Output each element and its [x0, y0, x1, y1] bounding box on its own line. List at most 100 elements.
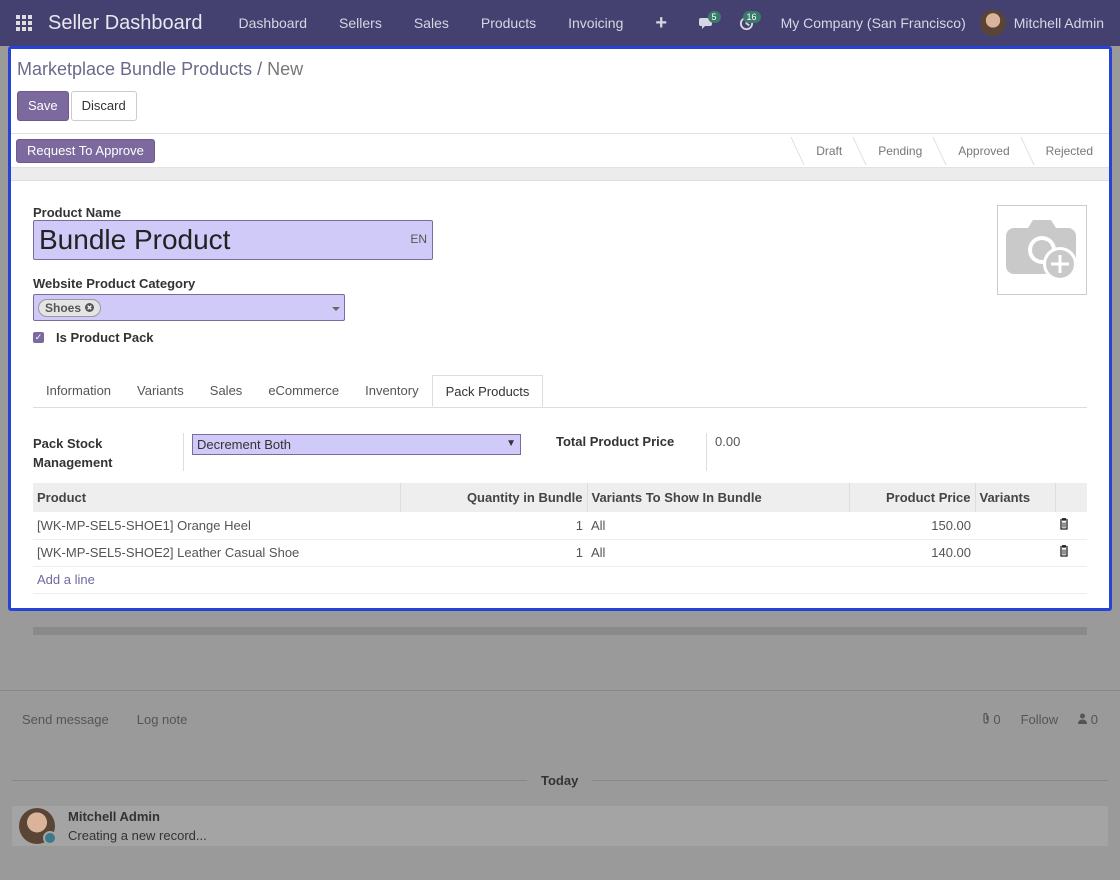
breadcrumb-parent[interactable]: Marketplace Bundle Products	[17, 59, 252, 79]
product-name-label: Product Name	[33, 205, 122, 220]
followers-button[interactable]: 0	[1078, 712, 1098, 727]
log-note-button[interactable]: Log note	[137, 712, 188, 727]
pack-stock-label: Pack Stock Management	[33, 436, 113, 470]
chatter-message: Mitchell Admin Creating a new record...	[12, 806, 1108, 846]
user-avatar	[979, 10, 1006, 36]
remove-tag-icon[interactable]	[85, 303, 95, 312]
apps-menu-button[interactable]	[0, 0, 48, 46]
category-input[interactable]: Shoes	[33, 294, 345, 321]
is-pack-label: Is Product Pack	[56, 330, 154, 345]
col-variants-show[interactable]: Variants To Show In Bundle	[587, 483, 850, 512]
user-name: Mitchell Admin	[1013, 15, 1104, 31]
select-arrow-icon: ▼	[506, 438, 516, 449]
activities-badge: 16	[742, 11, 761, 23]
company-switcher[interactable]: My Company (San Francisco)	[767, 15, 980, 31]
row-variants[interactable]	[975, 512, 1055, 540]
col-quantity[interactable]: Quantity in Bundle	[400, 483, 588, 512]
tab-information[interactable]: Information	[33, 375, 124, 407]
messaging-button[interactable]: 5	[687, 0, 727, 46]
attachments-button[interactable]: 0	[982, 712, 1001, 727]
tab-ecommerce[interactable]: eCommerce	[255, 375, 352, 407]
col-actions	[1055, 483, 1087, 512]
menu-invoicing[interactable]: Invoicing	[552, 0, 639, 46]
date-separator-label: Today	[527, 773, 593, 788]
total-price-value: 0.00	[715, 434, 741, 449]
pack-stock-select[interactable]: Decrement Both ▼	[192, 434, 521, 455]
tab-sales[interactable]: Sales	[197, 375, 256, 407]
stage-pending[interactable]: Pending	[858, 134, 938, 168]
trash-icon	[1060, 545, 1068, 557]
col-product[interactable]: Product	[33, 483, 401, 512]
table-row[interactable]: [WK-MP-SEL5-SHOE1] Orange Heel 1 All 150…	[33, 512, 1087, 540]
followers-count: 0	[1090, 711, 1098, 727]
menu-sales[interactable]: Sales	[398, 0, 465, 46]
status-bar: Request To Approve Draft Pending Approve…	[11, 134, 1109, 168]
field-separator	[706, 433, 707, 471]
author-avatar[interactable]	[19, 808, 57, 845]
app-brand[interactable]: Seller Dashboard	[48, 12, 203, 35]
category-tag: Shoes	[38, 298, 102, 317]
breadcrumb-current: New	[267, 59, 304, 79]
menu-plus-icon[interactable]: +	[639, 0, 683, 46]
field-separator	[183, 433, 184, 471]
menu-dashboard[interactable]: Dashboard	[223, 0, 324, 46]
request-approve-button[interactable]: Request To Approve	[16, 138, 155, 163]
row-variants-show[interactable]: All	[587, 539, 849, 567]
pack-products-table: Product Quantity in Bundle Variants To S…	[33, 483, 1087, 594]
row-variants[interactable]	[975, 539, 1055, 567]
tab-inventory[interactable]: Inventory	[352, 375, 431, 407]
stage-draft[interactable]: Draft	[796, 134, 858, 168]
message-author[interactable]: Mitchell Admin	[68, 809, 207, 824]
tab-pack-products[interactable]: Pack Products	[431, 375, 544, 407]
activities-button[interactable]: 16	[727, 0, 767, 46]
total-price-label: Total Product Price	[556, 434, 675, 449]
table-row[interactable]: [WK-MP-SEL5-SHOE2] Leather Casual Shoe 1…	[33, 539, 1087, 567]
delete-row-button[interactable]	[1055, 539, 1087, 567]
row-qty[interactable]: 1	[400, 539, 587, 567]
product-name-value: Bundle Product	[39, 224, 231, 255]
add-line-link[interactable]: Add a line	[33, 566, 1087, 594]
row-variants-show[interactable]: All	[587, 512, 849, 540]
row-price[interactable]: 140.00	[849, 539, 975, 567]
product-image-upload[interactable]	[997, 205, 1087, 295]
user-icon	[1078, 713, 1088, 724]
sheet-background	[11, 168, 1109, 181]
translate-button[interactable]: EN	[410, 223, 427, 255]
form-sheet: Product Name Bundle Product EN Website P…	[11, 181, 1109, 594]
category-tag-label: Shoes	[45, 300, 82, 315]
stage-approved[interactable]: Approved	[938, 134, 1025, 168]
pack-stock-value: Decrement Both	[197, 437, 291, 452]
follow-button[interactable]: Follow	[1021, 712, 1059, 727]
systray: 5 16 My Company (San Francisco) Mitchell…	[687, 0, 1120, 46]
messages-badge: 5	[707, 11, 721, 23]
chatter-topbar: Send message Log note 0 Follow 0	[0, 704, 1120, 734]
dropdown-caret-icon[interactable]	[332, 307, 340, 311]
tab-variants[interactable]: Variants	[124, 375, 197, 407]
category-label: Website Product Category	[33, 276, 196, 291]
attachments-count: 0	[993, 711, 1001, 727]
delete-row-button[interactable]	[1055, 512, 1087, 540]
background-strip	[33, 627, 1087, 635]
apps-grid-icon	[16, 15, 32, 31]
paperclip-icon	[983, 712, 989, 724]
background-divider	[0, 690, 1120, 691]
send-message-button[interactable]: Send message	[22, 712, 109, 727]
row-qty[interactable]: 1	[400, 512, 587, 540]
row-product[interactable]: [WK-MP-SEL5-SHOE1] Orange Heel	[33, 512, 400, 540]
notebook-tabs: Information Variants Sales eCommerce Inv…	[33, 375, 1087, 408]
is-pack-checkbox[interactable]: ✓	[33, 332, 44, 343]
user-menu[interactable]: Mitchell Admin	[979, 10, 1104, 36]
menu-sellers[interactable]: Sellers	[323, 0, 398, 46]
stage-rejected[interactable]: Rejected	[1026, 134, 1109, 168]
row-price[interactable]: 150.00	[849, 512, 975, 540]
col-variants[interactable]: Variants	[975, 483, 1056, 512]
discard-button[interactable]: Discard	[70, 91, 137, 121]
col-product-price[interactable]: Product Price	[849, 483, 976, 512]
stage-pipeline: Draft Pending Approved Rejected	[796, 134, 1109, 168]
row-product[interactable]: [WK-MP-SEL5-SHOE2] Leather Casual Shoe	[33, 539, 400, 567]
menu-products[interactable]: Products	[465, 0, 552, 46]
camera-plus-icon	[1006, 220, 1077, 281]
control-panel: Marketplace Bundle Products / New Save D…	[11, 49, 1109, 134]
product-name-input[interactable]: Bundle Product EN	[33, 220, 433, 260]
save-button[interactable]: Save	[17, 91, 69, 121]
